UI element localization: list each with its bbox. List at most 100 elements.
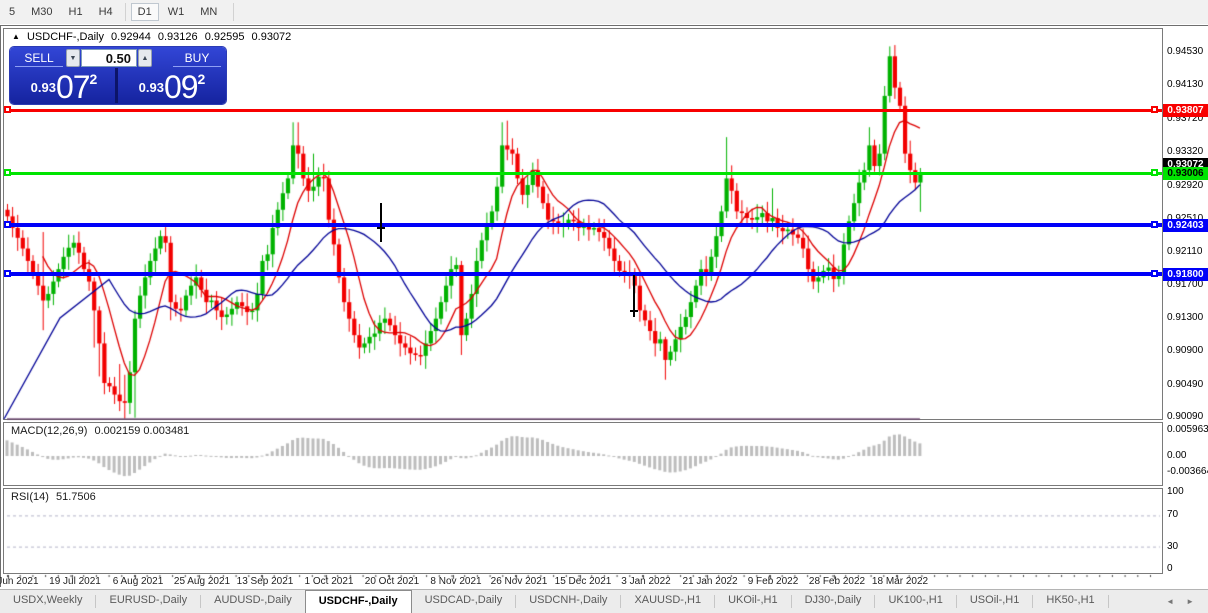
sell-price-prefix: 0.93 (31, 80, 56, 95)
line-price-label-support-green: 0.93006 (1163, 167, 1208, 180)
axis-tick-label: 0.00 (1167, 450, 1186, 462)
tab-xauusd-h1[interactable]: XAUUSD-,H1 (621, 590, 714, 613)
sell-price-big-digits: 07 (56, 69, 90, 105)
rsi-indicator-label: RSI(14) 51.7506 (11, 491, 96, 503)
chart-window-left-border (0, 25, 1, 587)
timeframe-button-5[interactable]: 5 (2, 3, 22, 21)
ohlc-low: 0.92595 (205, 31, 245, 43)
axis-tick-label: 0.92110 (1167, 246, 1202, 258)
tab-usdx-weekly[interactable]: USDX,Weekly (0, 590, 95, 613)
tab-hk50-h1[interactable]: HK50-,H1 (1033, 590, 1107, 613)
tab-usdcnh-daily[interactable]: USDCNH-,Daily (516, 590, 620, 613)
tab-eurusd-daily[interactable]: EURUSD-,Daily (96, 590, 200, 613)
collapse-panel-icon[interactable]: ▲ (12, 32, 20, 41)
rsi-value: 51.7506 (56, 491, 96, 503)
tab-usdcad-daily[interactable]: USDCAD-,Daily (412, 590, 516, 613)
rsi-pane[interactable] (3, 488, 1163, 574)
date-label: 3 Jan 2022 (621, 576, 671, 587)
axis-tick-label: -0.003664 (1167, 466, 1208, 478)
date-label: 13 Sep 2021 (237, 576, 294, 587)
ohlc-open: 0.92944 (111, 31, 151, 43)
date-label: 26 Nov 2021 (491, 576, 548, 587)
date-label: 18 Mar 2022 (872, 576, 928, 587)
axis-tick-label: 0 (1167, 563, 1173, 575)
axis-tick-label: 0.94130 (1167, 79, 1203, 91)
tab-usoil-h1[interactable]: USOil-,H1 (957, 590, 1033, 613)
rsi-name: RSI(14) (11, 491, 49, 503)
axis-tick-label: 100 (1167, 486, 1184, 498)
line-handle-right-support-green[interactable] (1151, 169, 1158, 176)
date-label: 8 Nov 2021 (430, 576, 481, 587)
volume-increase-button[interactable]: ▲ (138, 49, 152, 67)
axis-tick-label: 0.93320 (1167, 146, 1203, 158)
buy-price-prefix: 0.93 (139, 80, 164, 95)
date-axis[interactable]: 30 Jun 202119 Jul 20216 Aug 202125 Aug 2… (3, 575, 1163, 588)
timeframe-button-d1[interactable]: D1 (131, 3, 159, 21)
line-handle-left-support-blue-upper[interactable] (4, 221, 11, 228)
macd-values: 0.002159 0.003481 (94, 425, 189, 437)
toolbar-separator (125, 3, 126, 21)
axis-tick-label: 0.92920 (1167, 180, 1203, 192)
axis-tick-label: 0.91300 (1167, 312, 1203, 324)
timeframe-button-h4[interactable]: H4 (92, 3, 120, 21)
chart-tab-bar: USDX,WeeklyEURUSD-,DailyAUDUSD-,DailyUSD… (0, 589, 1208, 613)
vertical-segment-1[interactable] (380, 203, 382, 242)
panel-divider (115, 68, 118, 103)
macd-indicator-label: MACD(12,26,9) 0.002159 0.003481 (11, 425, 189, 437)
axis-tick-label: 0.005963 (1167, 424, 1208, 436)
line-handle-right-support-blue-upper[interactable] (1151, 221, 1158, 228)
tab-scroll-right-icon[interactable]: ► (1186, 597, 1194, 606)
tab-uk100-h1[interactable]: UK100-,H1 (875, 590, 955, 613)
vertical-segment-2-tick (630, 310, 638, 312)
timeframe-button-mn[interactable]: MN (193, 3, 224, 21)
date-label: 15 Dec 2021 (555, 576, 612, 587)
axis-tick-label: 30 (1167, 541, 1178, 553)
horizontal-line-support-green[interactable] (4, 172, 1162, 175)
date-label: 30 Jun 2021 (0, 576, 39, 587)
line-handle-left-support-blue-lower[interactable] (4, 270, 11, 277)
date-label: 19 Jul 2021 (49, 576, 101, 587)
price-axis[interactable]: 0.945300.941300.937200.933200.929200.925… (1163, 28, 1208, 588)
tab-audusd-daily[interactable]: AUDUSD-,Daily (201, 590, 305, 613)
date-label: 28 Feb 2022 (809, 576, 865, 587)
buy-button[interactable]: BUY (173, 49, 221, 67)
sell-price-button[interactable]: 0.93072 (14, 69, 114, 102)
timeframe-toolbar: 5M30H1H4 D1W1MN (0, 0, 1208, 24)
tab-dj30-daily[interactable]: DJ30-,Daily (792, 590, 875, 613)
vertical-segment-1-tick (377, 227, 385, 229)
tab-usdchf-daily[interactable]: USDCHF-,Daily (305, 590, 412, 613)
axis-tick-label: 0.90900 (1167, 345, 1203, 357)
timeframe-button-h1[interactable]: H1 (62, 3, 90, 21)
tab-separator (1108, 595, 1109, 608)
horizontal-line-support-blue-upper[interactable] (4, 223, 1162, 227)
axis-tick-label: 70 (1167, 509, 1178, 521)
horizontal-line-support-blue-lower[interactable] (4, 272, 1162, 276)
chart-symbol-period: USDCHF-,Daily (27, 31, 104, 43)
date-label: 1 Oct 2021 (305, 576, 354, 587)
toolbar-separator (233, 3, 234, 21)
date-label: 9 Feb 2022 (748, 576, 799, 587)
line-handle-right-support-blue-lower[interactable] (1151, 270, 1158, 277)
date-label: 20 Oct 2021 (365, 576, 419, 587)
line-handle-left-resistance-red[interactable] (4, 106, 11, 113)
tab-scroll-left-icon[interactable]: ◄ (1166, 597, 1174, 606)
one-click-trading-panel: SELL ▼ 0.50 ▲ BUY 0.93072 0.93092 (10, 47, 226, 104)
line-handle-right-resistance-red[interactable] (1151, 106, 1158, 113)
date-label: 21 Jan 2022 (682, 576, 737, 587)
timeframe-button-w1[interactable]: W1 (161, 3, 192, 21)
chart-title: ▲ USDCHF-,Daily 0.92944 0.93126 0.92595 … (12, 31, 291, 43)
volume-input[interactable]: 0.50 (81, 49, 137, 67)
horizontal-line-resistance-red[interactable] (4, 109, 1162, 112)
ohlc-close: 0.93072 (252, 31, 292, 43)
volume-decrease-button[interactable]: ▼ (66, 49, 80, 67)
buy-price-button[interactable]: 0.93092 (122, 69, 222, 102)
axis-tick-label: 0.94530 (1167, 46, 1203, 58)
line-handle-left-support-green[interactable] (4, 169, 11, 176)
line-price-label-resistance-red: 0.93807 (1163, 104, 1208, 117)
axis-tick-label: 0.90490 (1167, 379, 1203, 391)
timeframe-button-m30[interactable]: M30 (24, 3, 59, 21)
buy-price-superscript: 2 (198, 71, 206, 87)
sell-button[interactable]: SELL (15, 49, 63, 67)
tab-ukoil-h1[interactable]: UKOil-,H1 (715, 590, 791, 613)
ohlc-high: 0.93126 (158, 31, 198, 43)
